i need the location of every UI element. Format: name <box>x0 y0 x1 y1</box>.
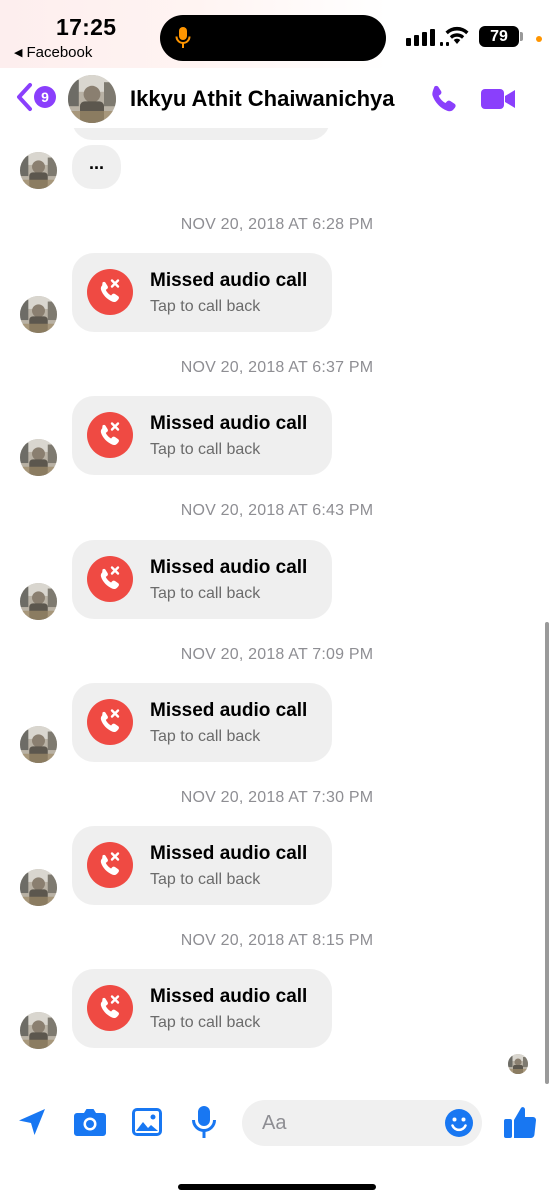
cellular-signal-icon <box>406 29 449 46</box>
missed-call-title: Missed audio call <box>150 700 308 721</box>
back-app-label: Facebook <box>26 44 93 61</box>
missed-call-icon <box>87 842 133 888</box>
thumbs-up-icon[interactable] <box>503 1104 537 1140</box>
missed-call-bubble[interactable]: Missed audio call Tap to call back <box>72 396 332 475</box>
call-back-hint: Tap to call back <box>150 871 261 888</box>
missed-call-bubble[interactable]: Missed audio call Tap to call back <box>72 969 332 1048</box>
emoji-icon[interactable] <box>444 1108 474 1138</box>
status-bar: 17:25 ◀ Facebook 79 <box>0 0 554 68</box>
sender-avatar-image <box>20 152 57 189</box>
message-timestamp: NOV 20, 2018 AT 6:28 PM <box>180 216 374 233</box>
home-indicator[interactable] <box>178 1184 376 1190</box>
missed-call-icon <box>87 985 133 1031</box>
message-bubble[interactable]: ... <box>72 145 121 189</box>
message-input[interactable] <box>262 1100 432 1146</box>
message-timestamp: NOV 20, 2018 AT 7:09 PM <box>180 646 374 663</box>
missed-call-bubble[interactable]: Missed audio call Tap to call back <box>72 683 332 762</box>
battery-cap <box>520 32 523 41</box>
missed-call-title: Missed audio call <box>150 843 308 864</box>
camera-icon <box>74 1109 106 1136</box>
dynamic-island <box>160 15 386 61</box>
missed-call-icon <box>87 269 133 315</box>
missed-call-title: Missed audio call <box>150 557 308 578</box>
microphone-icon <box>192 1106 216 1138</box>
sender-avatar-image <box>20 869 57 906</box>
sender-avatar-image <box>20 583 57 620</box>
back-to-app-link[interactable]: ◀ Facebook <box>14 44 92 61</box>
camera-button[interactable] <box>72 1104 108 1140</box>
missed-call-icon <box>87 412 133 458</box>
message-timestamp: NOV 20, 2018 AT 6:43 PM <box>180 502 374 519</box>
sender-avatar[interactable] <box>20 869 57 906</box>
status-time: 17:25 <box>56 14 117 40</box>
contact-avatar[interactable] <box>68 75 116 123</box>
call-back-hint: Tap to call back <box>150 298 261 315</box>
message-timestamp: NOV 20, 2018 AT 7:30 PM <box>180 789 374 806</box>
sender-avatar[interactable] <box>20 296 57 333</box>
scrollbar[interactable] <box>545 622 549 1084</box>
audio-call-icon[interactable] <box>428 84 458 114</box>
missed-call-bubble[interactable]: Missed audio call Tap to call back <box>72 253 332 332</box>
battery-indicator: 79 <box>479 26 519 47</box>
message-timestamp: NOV 20, 2018 AT 8:15 PM <box>180 932 374 949</box>
call-back-hint: Tap to call back <box>150 1014 261 1031</box>
missed-call-title: Missed audio call <box>150 986 308 1007</box>
missed-call-bubble[interactable]: Missed audio call Tap to call back <box>72 826 332 905</box>
gallery-button[interactable] <box>129 1104 165 1140</box>
sender-avatar-image <box>20 296 57 333</box>
sender-avatar[interactable] <box>20 152 57 189</box>
microphone-in-use-icon <box>175 27 191 48</box>
sender-avatar[interactable] <box>20 726 57 763</box>
back-triangle-icon: ◀ <box>14 47 23 59</box>
message-bubble[interactable] <box>72 128 330 140</box>
location-arrow-icon <box>19 1109 45 1135</box>
unread-count-badge: 9 <box>34 86 56 108</box>
message-list[interactable]: ... NOV 20, 2018 AT 6:28 PM Missed audio… <box>0 128 554 1088</box>
video-call-icon[interactable] <box>480 86 516 112</box>
contact-name[interactable]: Ikkyu Athit Chaiwanichya <box>130 86 394 112</box>
sender-avatar-image <box>20 439 57 476</box>
missed-call-title: Missed audio call <box>150 413 308 434</box>
call-back-hint: Tap to call back <box>150 728 261 745</box>
sender-avatar[interactable] <box>20 1012 57 1049</box>
messenger-screen: 17:25 ◀ Facebook 79 9 Ikkyu Athit Chaiwa… <box>0 0 554 1200</box>
sender-avatar[interactable] <box>20 439 57 476</box>
wifi-icon <box>445 26 469 44</box>
read-receipt-avatar <box>508 1054 528 1074</box>
call-back-hint: Tap to call back <box>150 441 261 458</box>
sender-avatar-image <box>20 726 57 763</box>
call-back-hint: Tap to call back <box>150 585 261 602</box>
sender-avatar[interactable] <box>20 583 57 620</box>
contact-avatar-image <box>68 75 116 123</box>
missed-call-title: Missed audio call <box>150 270 308 291</box>
privacy-indicator-dot <box>536 36 542 42</box>
missed-call-icon <box>87 699 133 745</box>
voice-message-button[interactable] <box>186 1104 222 1140</box>
missed-call-icon <box>87 556 133 602</box>
location-button[interactable] <box>14 1104 50 1140</box>
image-icon <box>132 1108 162 1136</box>
message-timestamp: NOV 20, 2018 AT 6:37 PM <box>180 359 374 376</box>
sender-avatar-image <box>20 1012 57 1049</box>
read-receipt-image <box>508 1054 528 1074</box>
missed-call-bubble[interactable]: Missed audio call Tap to call back <box>72 540 332 619</box>
